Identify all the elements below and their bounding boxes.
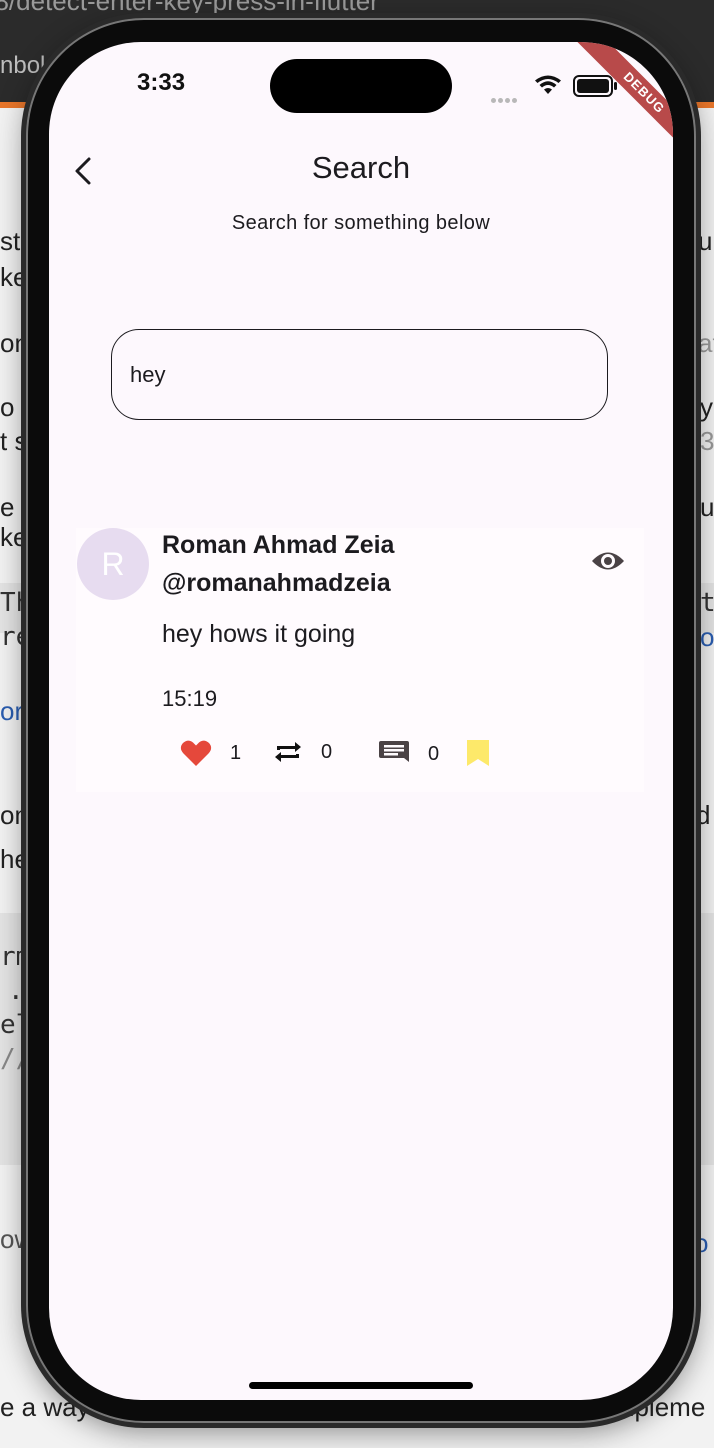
page-subtitle: Search for something below (231, 212, 491, 234)
avatar[interactable]: R (77, 528, 149, 600)
browser-url-fragment: 38/detect-enter-key-press-in-flutter (0, 0, 379, 16)
dynamic-island (270, 59, 452, 113)
home-indicator[interactable] (249, 1382, 473, 1389)
heart-icon[interactable] (180, 739, 212, 767)
bookmark-icon[interactable] (466, 739, 490, 767)
bg-line: t (700, 588, 714, 618)
bg-line: he (0, 844, 29, 874)
post-author-name: Roman Ahmad Zeia (162, 531, 395, 559)
comment-action[interactable]: 0 (378, 739, 439, 769)
post-time: 15:19 (162, 686, 218, 711)
bg-line: y (700, 392, 713, 422)
battery-icon (573, 75, 617, 97)
post-author-handle: @romanahmadzeia (162, 569, 391, 597)
bg-line: or (0, 696, 24, 726)
bg-line: . (8, 976, 24, 1006)
bg-line: ub (698, 226, 714, 256)
status-time: 3:33 (137, 69, 186, 96)
bg-line: at (698, 328, 714, 358)
like-count: 1 (230, 741, 242, 764)
bg-line: o (0, 392, 15, 422)
wifi-icon (535, 75, 561, 94)
bg-line: ke (0, 522, 28, 552)
post-text: hey hows it going (162, 620, 356, 648)
repost-action[interactable]: 0 (273, 739, 332, 765)
bg-line: t s (0, 426, 28, 456)
eye-icon[interactable] (591, 548, 625, 574)
bookmark-action[interactable] (466, 739, 490, 767)
repost-icon[interactable] (273, 739, 303, 765)
comment-count: 0 (428, 742, 440, 765)
search-result-post[interactable]: R Roman Ahmad Zeia @romanahmadzeia hey h… (76, 528, 644, 792)
like-action[interactable]: 1 (180, 739, 241, 767)
bg-line: e t (0, 492, 29, 522)
bg-line: d (696, 800, 711, 830)
search-input[interactable] (128, 330, 592, 420)
bg-line: ke (0, 262, 28, 292)
bg-line: st (0, 226, 21, 256)
repost-count: 0 (321, 740, 333, 763)
bg-line: 3 (700, 426, 714, 456)
browser-left-fragment: nbol (0, 52, 46, 79)
phone-screen: 3:33 DEBUG Search Search for something b… (49, 42, 673, 1400)
bg-line: o (694, 1228, 709, 1258)
search-field[interactable] (111, 329, 608, 420)
signal-dots-icon (491, 88, 519, 107)
bg-line: o (700, 622, 714, 652)
comment-icon[interactable] (378, 739, 410, 769)
bg-line: u (700, 492, 714, 522)
page-title: Search (311, 150, 411, 185)
bg-line: on (0, 328, 29, 358)
